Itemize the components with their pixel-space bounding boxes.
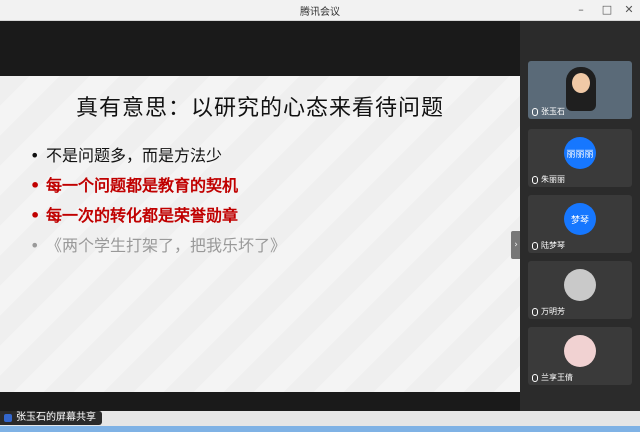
mic-icon bbox=[532, 307, 538, 316]
participant-tile[interactable]: 兰享王倩 bbox=[528, 327, 632, 385]
shared-screen-area: 真有意思：以研究的心态来看待问题 • 不是问题多，而是方法少 • 每一个问题都是教育… bbox=[0, 21, 521, 411]
slide-bullet: • 《两个学生打架了，把我乐坏了》 bbox=[30, 232, 286, 256]
close-button[interactable]: ✕ bbox=[618, 0, 640, 20]
participant-tile[interactable]: 梦琴 陆梦琴 bbox=[528, 195, 632, 253]
maximize-button[interactable]: □ bbox=[596, 0, 618, 20]
minimize-button[interactable]: – bbox=[570, 0, 592, 20]
bullet-dot: • bbox=[30, 176, 41, 195]
participant-panel: 张玉石 丽丽丽 朱丽丽 梦琴 陆梦琴 万明芳 兰享王倩 bbox=[520, 21, 640, 411]
bullet-dot: • bbox=[30, 236, 40, 255]
screen-share-indicator[interactable]: 张玉石的屏幕共享 bbox=[0, 411, 102, 425]
screen-share-label: 张玉石的屏幕共享 bbox=[16, 412, 96, 423]
mic-icon bbox=[532, 175, 538, 184]
participant-tile[interactable]: 万明芳 bbox=[528, 261, 632, 319]
slide-title: 真有意思：以研究的心态来看待问题 bbox=[75, 96, 444, 121]
avatar: 梦琴 bbox=[564, 203, 596, 235]
screen-share-icon bbox=[4, 414, 12, 422]
participant-name-row: 朱丽丽 bbox=[532, 174, 565, 185]
title-bar: 腾讯会议 – □ ✕ bbox=[0, 0, 640, 21]
participant-name-row: 张玉石 bbox=[532, 106, 565, 117]
participant-name-row: 万明芳 bbox=[532, 306, 565, 317]
bullet-dot: • bbox=[30, 146, 40, 165]
bullet-text: 不是问题多，而是方法少 bbox=[46, 146, 223, 165]
participant-tile[interactable]: 张玉石 bbox=[528, 61, 632, 119]
participant-name-row: 兰享王倩 bbox=[532, 372, 573, 383]
avatar bbox=[564, 269, 596, 301]
avatar bbox=[564, 335, 596, 367]
mic-icon bbox=[532, 373, 538, 382]
participant-tile[interactable]: 丽丽丽 朱丽丽 bbox=[528, 129, 632, 187]
slide-bullet: • 每一次的转化都是荣誉勋章 bbox=[30, 202, 238, 226]
avatar: 丽丽丽 bbox=[564, 137, 596, 169]
participant-name: 张玉石 bbox=[541, 107, 565, 116]
bullet-dot: • bbox=[30, 206, 41, 225]
bullet-text: 《两个学生打架了，把我乐坏了》 bbox=[46, 236, 287, 255]
mic-icon bbox=[532, 107, 538, 116]
participant-name: 朱丽丽 bbox=[541, 175, 565, 184]
participant-name: 万明芳 bbox=[541, 307, 565, 316]
window-title: 腾讯会议 bbox=[300, 7, 340, 18]
participant-name: 陆梦琴 bbox=[541, 241, 565, 250]
slide-bullet: • 不是问题多，而是方法少 bbox=[30, 142, 222, 166]
participant-name: 兰享王倩 bbox=[541, 373, 573, 382]
participant-name-row: 陆梦琴 bbox=[532, 240, 565, 251]
slide: 真有意思：以研究的心态来看待问题 • 不是问题多，而是方法少 • 每一个问题都是教育… bbox=[0, 76, 520, 392]
slide-bullet: • 每一个问题都是教育的契机 bbox=[30, 172, 238, 196]
bullet-text: 每一个问题都是教育的契机 bbox=[46, 176, 239, 195]
bullet-text: 每一次的转化都是荣誉勋章 bbox=[46, 206, 239, 225]
face bbox=[572, 73, 590, 93]
mic-icon bbox=[532, 241, 538, 250]
taskbar bbox=[0, 426, 640, 432]
